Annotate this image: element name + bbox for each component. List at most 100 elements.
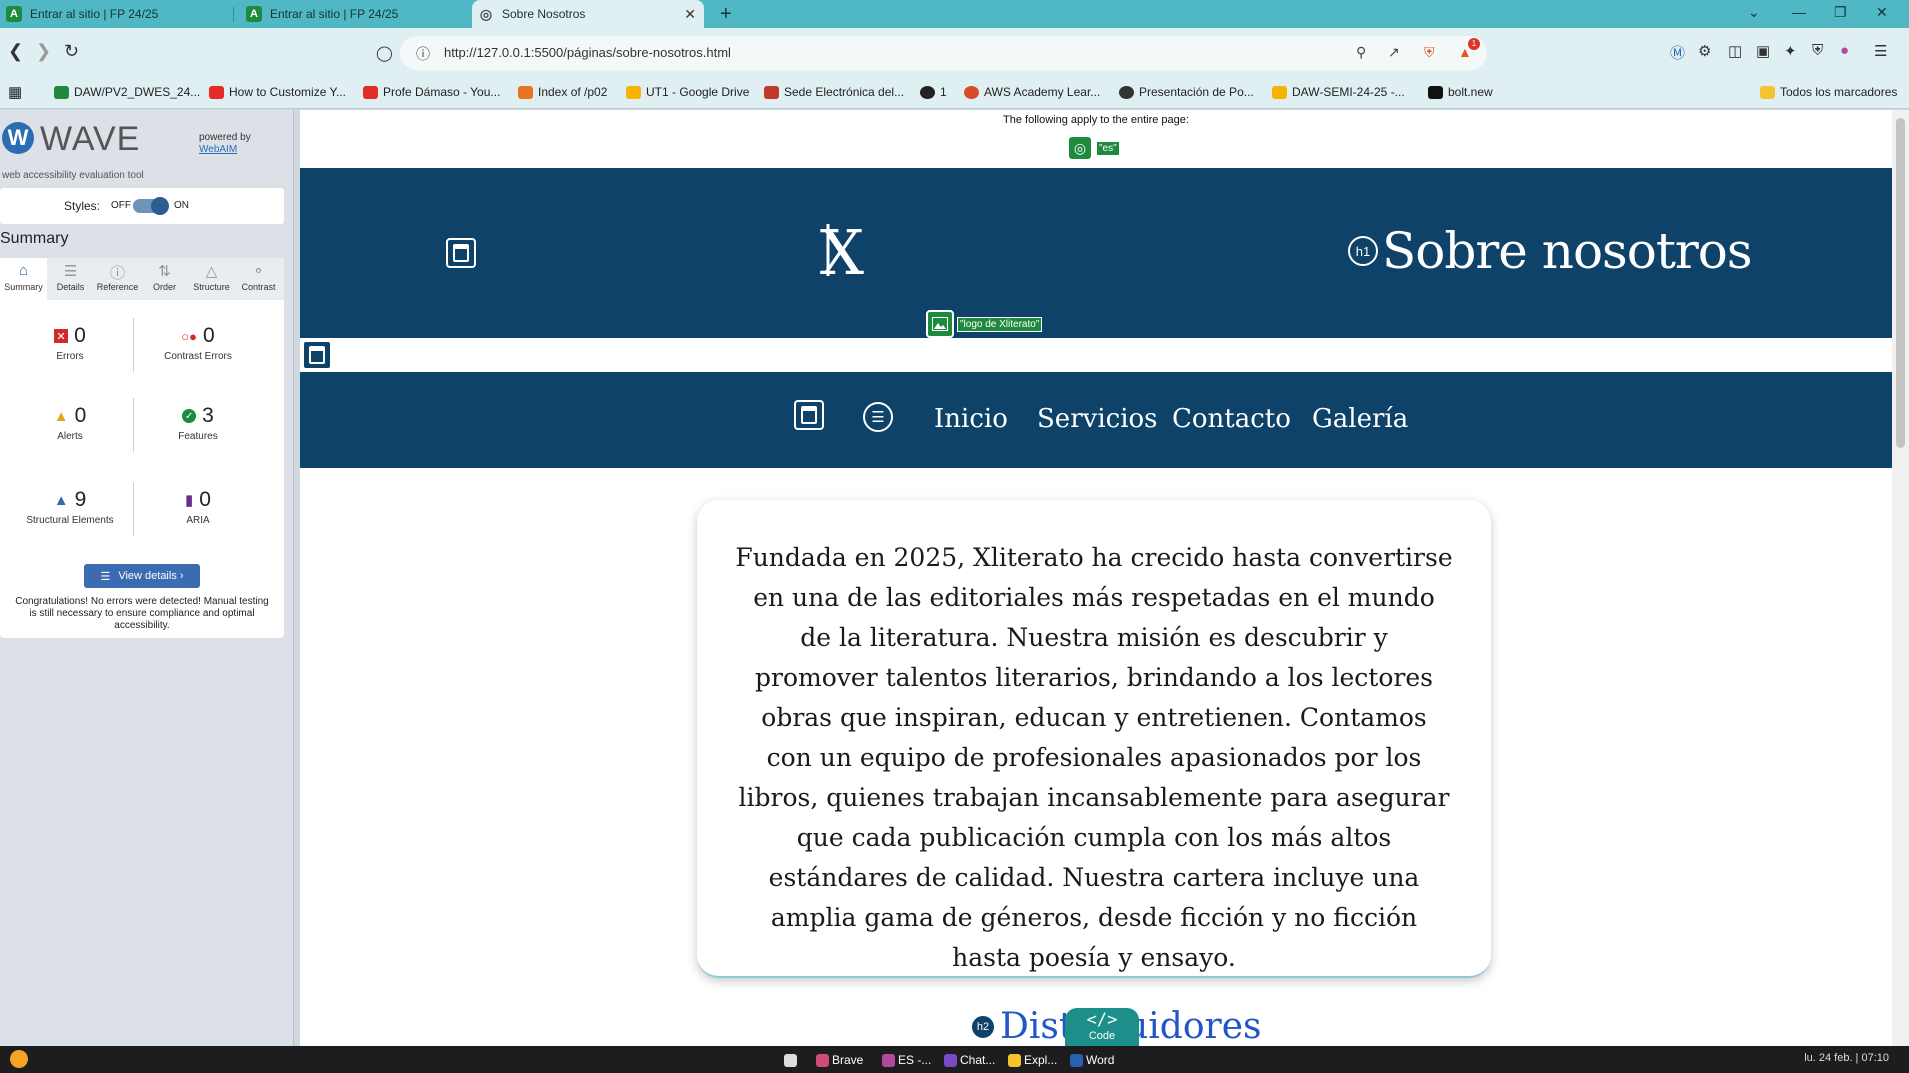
address-bar[interactable]: ⓘ http://127.0.0.1:5500/páginas/sobre-no… xyxy=(400,36,1487,70)
forward-icon[interactable]: ❯ xyxy=(36,41,51,62)
nav-link-inicio[interactable]: Inicio xyxy=(934,404,1008,434)
os-taskbar: Brave ES -... Chat... Expl... Word lu. 2… xyxy=(0,1046,1909,1073)
bookmark-item[interactable]: DAW-SEMI-24-25 -... xyxy=(1272,85,1405,99)
taskbar-item-word[interactable]: Word xyxy=(1070,1050,1114,1070)
nav-link-galeria[interactable]: Galería xyxy=(1312,404,1408,434)
rewards-badge: 1 xyxy=(1468,38,1480,50)
aria-icon: ▮ xyxy=(185,492,194,509)
lang-tag: "es" xyxy=(1096,140,1120,156)
tab-summary[interactable]: ⌂ Summary xyxy=(0,258,47,300)
sede-icon xyxy=(764,85,779,99)
bookmark-item[interactable]: Profe Dámaso - You... xyxy=(363,85,500,99)
desktop-icon xyxy=(784,1053,797,1067)
zoom-icon[interactable]: ⚲ xyxy=(1356,44,1366,61)
brave-shields-icon[interactable]: ⛨ xyxy=(1424,44,1435,61)
nav-link-servicios[interactable]: Servicios xyxy=(1037,404,1158,434)
maximize-button[interactable]: ❐ xyxy=(1834,4,1847,21)
bookmark-item[interactable]: 1 xyxy=(920,85,947,99)
taskbar-item-es[interactable]: ES -... xyxy=(882,1050,931,1070)
sidebar-icon[interactable]: ◫ xyxy=(1728,42,1742,60)
page-scrollbar[interactable] xyxy=(1892,110,1909,1046)
language-globe-icon: ◎ xyxy=(1068,136,1092,160)
url-text: http://127.0.0.1:5500/páginas/sobre-noso… xyxy=(444,45,731,60)
site-info-icon[interactable]: ⓘ xyxy=(416,44,430,64)
unordered-list-icon[interactable]: ☰ xyxy=(863,402,893,432)
bookmark-item[interactable]: DAW/PV2_DWES_24... xyxy=(54,85,200,99)
tab-order[interactable]: ⇅ Order xyxy=(141,258,188,300)
bookmark-item[interactable]: Index of /p02 xyxy=(518,85,607,99)
stat-errors[interactable]: ✕ 0 Errors xyxy=(0,322,140,362)
taskbar-item-chat[interactable]: Chat... xyxy=(944,1050,995,1070)
nav-link-contacto[interactable]: Contacto xyxy=(1172,404,1291,434)
alert-icon: ▲ xyxy=(53,407,69,425)
h2-badge-icon[interactable]: h2 xyxy=(970,1013,996,1040)
webaim-link[interactable]: WebAIM xyxy=(199,144,251,156)
reload-icon[interactable]: ↻ xyxy=(64,41,79,62)
tab-title: Sobre Nosotros xyxy=(502,7,586,21)
region-icon[interactable] xyxy=(302,340,332,370)
vpn-icon[interactable]: ⛨ xyxy=(1812,42,1823,59)
share-icon[interactable]: ↗ xyxy=(1388,44,1400,61)
leo-ai-icon[interactable]: ✦ xyxy=(1784,42,1797,60)
tab-sobre-nosotros[interactable]: ◎ Sobre Nosotros ✕ xyxy=(472,0,704,28)
stat-contrast-errors[interactable]: ○● 0 Contrast Errors xyxy=(128,322,268,362)
wave-tab-strip: ⌂ Summary ☰ Details ⓘ Reference ⇅ Order △ Str… xyxy=(0,258,284,300)
close-window-button[interactable]: ✕ xyxy=(1876,4,1888,21)
browser-tab-bar: A Entrar al sitio | FP 24/25 A Entrar al… xyxy=(0,0,1909,28)
profile-icon[interactable]: ● xyxy=(1840,42,1849,59)
folder-icon xyxy=(1008,1053,1021,1067)
bookmark-item[interactable]: AWS Academy Lear... xyxy=(964,85,1100,99)
bookmark-item[interactable]: UT1 - Google Drive xyxy=(626,85,749,99)
tab-structure[interactable]: △ Structure xyxy=(188,258,235,300)
congrats-message: Congratulations! No errors were detected… xyxy=(15,596,269,631)
start-icon[interactable] xyxy=(10,1050,28,1068)
code-button[interactable]: </> Code xyxy=(1065,1008,1139,1046)
bookmark-icon[interactable]: ◯ xyxy=(376,44,393,62)
new-tab-button[interactable]: + xyxy=(720,3,732,26)
error-icon: ✕ xyxy=(54,329,69,343)
brave-icon xyxy=(816,1053,829,1067)
h1-badge-icon[interactable]: h1 xyxy=(1348,236,1378,266)
extensions-icon[interactable]: ⚙ xyxy=(1698,42,1711,60)
bolt-icon xyxy=(1428,85,1443,99)
main-region-marker xyxy=(302,340,332,370)
bookmark-item[interactable]: bolt.new xyxy=(1428,85,1493,99)
tab-details[interactable]: ☰ Details xyxy=(47,258,94,300)
header-region-icon[interactable] xyxy=(446,238,476,268)
order-icon: ⇅ xyxy=(158,263,171,280)
styles-toggle[interactable] xyxy=(133,197,169,215)
about-paragraph: Fundada en 2025, Xliterato ha crecido ha… xyxy=(735,543,1453,972)
tab-reference[interactable]: ⓘ Reference xyxy=(94,258,141,300)
scroll-thumb[interactable] xyxy=(1896,118,1905,448)
tab-contrast[interactable]: ⚬ Contrast xyxy=(235,258,282,300)
presentation-icon xyxy=(1119,85,1134,99)
tab-entrar-1[interactable]: A Entrar al sitio | FP 24/25 xyxy=(0,0,232,28)
stat-aria[interactable]: ▮ 0 ARIA xyxy=(128,486,268,526)
bookmark-item[interactable]: Sede Electrónica del... xyxy=(764,85,904,99)
logo-alt-feature[interactable]: "logo de Xliterato" xyxy=(926,310,1043,338)
view-details-button[interactable]: ☰ View details › xyxy=(84,564,200,588)
bookmark-item[interactable]: How to Customize Y... xyxy=(209,85,346,99)
back-icon[interactable]: ❮ xyxy=(8,41,23,62)
stat-alerts[interactable]: ▲ 0 Alerts xyxy=(0,402,140,442)
taskbar-item-brave[interactable]: Brave xyxy=(816,1050,863,1070)
close-tab-icon[interactable]: ✕ xyxy=(684,6,696,23)
minimize-button[interactable]: — xyxy=(1792,4,1806,20)
globe-icon: ◎ xyxy=(479,5,493,22)
wave-sidebar: W WAVE web accessibility evaluation tool… xyxy=(0,110,294,1046)
tab-entrar-2[interactable]: A Entrar al sitio | FP 24/25 xyxy=(240,0,472,28)
wave-extension-icon[interactable]: Ⓜ xyxy=(1670,42,1685,63)
all-bookmarks[interactable]: Todos los marcadores xyxy=(1760,85,1897,99)
menu-icon[interactable]: ☰ xyxy=(1874,42,1887,60)
taskbar-item-explorer[interactable]: Expl... xyxy=(1008,1050,1057,1070)
bookmark-item[interactable]: Presentación de Po... xyxy=(1119,85,1254,99)
language-feature[interactable]: ◎ "es" xyxy=(1068,136,1120,160)
apps-grid-icon[interactable]: ▦ xyxy=(8,83,22,101)
tab-search-chevron-icon[interactable]: ⌄ xyxy=(1748,4,1760,21)
nav-region-icon[interactable] xyxy=(794,400,824,430)
stat-structural[interactable]: ▲ 9 Structural Elements xyxy=(0,486,140,526)
stat-features[interactable]: ✓ 3 Features xyxy=(128,402,268,442)
taskbar-item[interactable] xyxy=(784,1050,800,1070)
xliterato-logo: X xyxy=(820,218,864,282)
wallet-icon[interactable]: ▣ xyxy=(1756,42,1770,60)
